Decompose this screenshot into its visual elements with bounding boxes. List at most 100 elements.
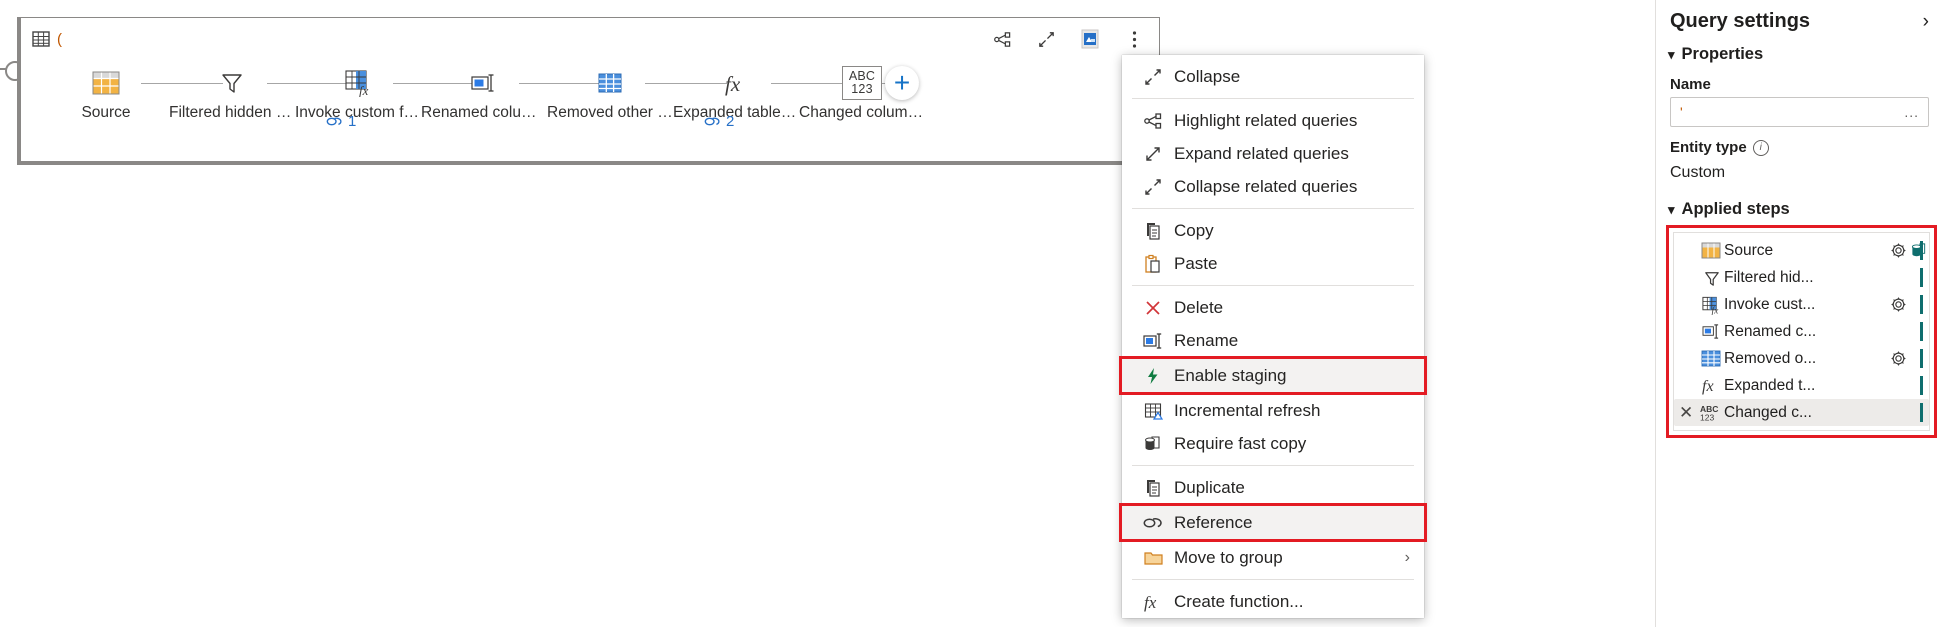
collapse-icon	[1136, 67, 1170, 87]
abc123-icon: ABC 123	[1698, 403, 1724, 422]
reference-badge-expanded-table[interactable]: 2	[704, 113, 734, 130]
applied-step-filtered-hid[interactable]: Filtered hid...	[1674, 264, 1929, 291]
menu-separator	[1132, 579, 1414, 580]
rename-icon	[1698, 323, 1724, 340]
fx-icon: fx	[1698, 376, 1724, 395]
menu-item-label: Enable staging	[1174, 365, 1287, 385]
menu-item-enable-staging[interactable]: Enable staging	[1119, 356, 1427, 395]
query-card-header: (	[31, 26, 62, 52]
menu-item-label: Collapse	[1174, 66, 1241, 86]
menu-item-expand-related-queries[interactable]: Expand related queries	[1122, 137, 1424, 170]
table-icon	[31, 29, 51, 49]
highlight-related-queries-icon	[1136, 111, 1170, 131]
diagram-step-label: Changed column...	[799, 104, 925, 121]
reference-count: 1	[348, 113, 357, 130]
menu-separator	[1132, 208, 1414, 209]
query-card[interactable]: (Source Filtered hidden fi... fx Invoke…	[17, 17, 1160, 165]
query-card-toolbar	[991, 28, 1145, 50]
applied-step-source[interactable]: Source	[1674, 237, 1929, 264]
menu-item-collapse[interactable]: Collapse	[1122, 60, 1424, 93]
menu-separator	[1132, 285, 1414, 286]
diagram-step-source[interactable]: Source	[43, 66, 169, 122]
query-context-menu[interactable]: Collapse Highlight related queries Expan…	[1119, 55, 1427, 618]
menu-item-copy[interactable]: Copy	[1122, 214, 1424, 247]
menu-item-highlight-related-queries[interactable]: Highlight related queries	[1122, 104, 1424, 137]
menu-item-require-fast-copy[interactable]: Require fast copy	[1122, 427, 1424, 460]
info-icon[interactable]: i	[1752, 139, 1769, 156]
applied-step-changed-c[interactable]: ✕ ABC 123 Changed c...	[1674, 399, 1929, 426]
menu-item-collapse-related-queries[interactable]: Collapse related queries	[1122, 170, 1424, 203]
add-step-button[interactable]: +	[885, 66, 919, 100]
applied-step-removed-o[interactable]: Removed o...	[1674, 345, 1929, 372]
applied-step-label: Expanded t...	[1724, 376, 1816, 394]
name-input[interactable]: ' ...	[1670, 97, 1929, 127]
svg-text:fx: fx	[1144, 593, 1157, 612]
menu-separator	[1132, 465, 1414, 466]
query-card-title: (	[57, 30, 62, 48]
menu-separator	[1132, 98, 1414, 99]
menu-item-label: Require fast copy	[1174, 433, 1307, 453]
step-indicator-bar	[1920, 349, 1923, 368]
menu-item-paste[interactable]: Paste	[1122, 247, 1424, 280]
rename-columns-icon	[421, 66, 547, 100]
menu-item-label: Copy	[1174, 220, 1214, 240]
database-icon[interactable]	[1909, 242, 1929, 259]
diagram-step-label: Expanded table c...	[673, 104, 799, 121]
svg-text:fx: fx	[725, 72, 741, 96]
menu-item-move-to-group[interactable]: Move to group ›	[1122, 541, 1424, 574]
applied-steps-list: Source Filtered hid... fx Invoke cust...…	[1673, 232, 1930, 431]
svg-text:fx: fx	[359, 83, 369, 97]
menu-item-delete[interactable]: Delete	[1122, 291, 1424, 324]
applied-step-invoke-cust[interactable]: fx Invoke cust...	[1674, 291, 1929, 318]
fast-copy-icon	[1136, 434, 1170, 454]
diagram-view: (Source Filtered hidden fi... fx Invoke…	[0, 0, 1180, 175]
step-indicator-bar	[1920, 241, 1923, 260]
section-applied-steps[interactable]: ▾ Applied steps	[1656, 182, 1943, 219]
removed-columns-icon	[1698, 350, 1724, 367]
name-label: Name	[1656, 64, 1943, 97]
rename-icon	[1136, 331, 1170, 351]
applied-step-renamed-c[interactable]: Renamed c...	[1674, 318, 1929, 345]
menu-item-label: Incremental refresh	[1174, 400, 1321, 420]
name-input-value: '	[1680, 104, 1683, 120]
source-table-icon	[43, 66, 169, 100]
step-indicator-bar	[1920, 295, 1923, 314]
diagram-step-expanded-table-c[interactable]: fx Expanded table c...	[673, 66, 799, 122]
gear-icon[interactable]	[1887, 242, 1909, 259]
chevron-right-icon[interactable]: ›	[1923, 11, 1929, 33]
collapse-related-queries-icon	[1136, 177, 1170, 197]
diagram-step-label: Filtered hidden fi...	[169, 104, 295, 121]
reference-link-icon	[326, 115, 343, 128]
reference-count: 2	[726, 113, 735, 130]
diagram-step-invoke-custom-fu[interactable]: fx Invoke custom fu...	[295, 66, 421, 122]
step-indicator-bar	[1920, 268, 1923, 287]
gear-icon[interactable]	[1887, 350, 1909, 367]
svg-text:fx: fx	[1702, 378, 1714, 395]
entity-type-value: Custom	[1670, 164, 1726, 181]
incremental-refresh-icon	[1136, 401, 1170, 421]
highlight-related-queries-icon[interactable]	[991, 28, 1013, 50]
menu-item-rename[interactable]: Rename	[1122, 324, 1424, 357]
duplicate-icon	[1136, 478, 1170, 498]
delete-step-icon[interactable]: ✕	[1679, 403, 1693, 423]
diagram-step-filtered-hidden-fi[interactable]: Filtered hidden fi...	[169, 66, 295, 122]
query-data-preview-icon[interactable]	[1079, 28, 1101, 50]
menu-item-reference[interactable]: Reference	[1119, 503, 1427, 542]
diagram-step-removed-other-c[interactable]: Removed other c...	[547, 66, 673, 122]
entity-type-label-text: Entity type	[1670, 139, 1747, 156]
applied-step-label: Filtered hid...	[1724, 268, 1814, 286]
page-title: Query settings	[1670, 10, 1811, 32]
menu-item-incremental-refresh[interactable]: Incremental refresh	[1122, 394, 1424, 427]
menu-item-duplicate[interactable]: Duplicate	[1122, 471, 1424, 504]
expand-related-queries-icon	[1136, 144, 1170, 164]
menu-item-label: Rename	[1174, 330, 1239, 350]
applied-step-expanded-t[interactable]: fx Expanded t...	[1674, 372, 1929, 399]
reference-badge-invoke-custom[interactable]: 1	[326, 113, 356, 130]
collapse-icon[interactable]	[1035, 28, 1057, 50]
section-properties[interactable]: ▾ Properties	[1656, 33, 1943, 64]
menu-item-create-function[interactable]: fx Create function...	[1122, 585, 1424, 618]
more-options-icon[interactable]	[1123, 28, 1145, 50]
diagram-step-renamed-columns[interactable]: Renamed columns	[421, 66, 547, 122]
gear-icon[interactable]	[1887, 296, 1909, 313]
applied-step-label: Renamed c...	[1724, 322, 1817, 340]
